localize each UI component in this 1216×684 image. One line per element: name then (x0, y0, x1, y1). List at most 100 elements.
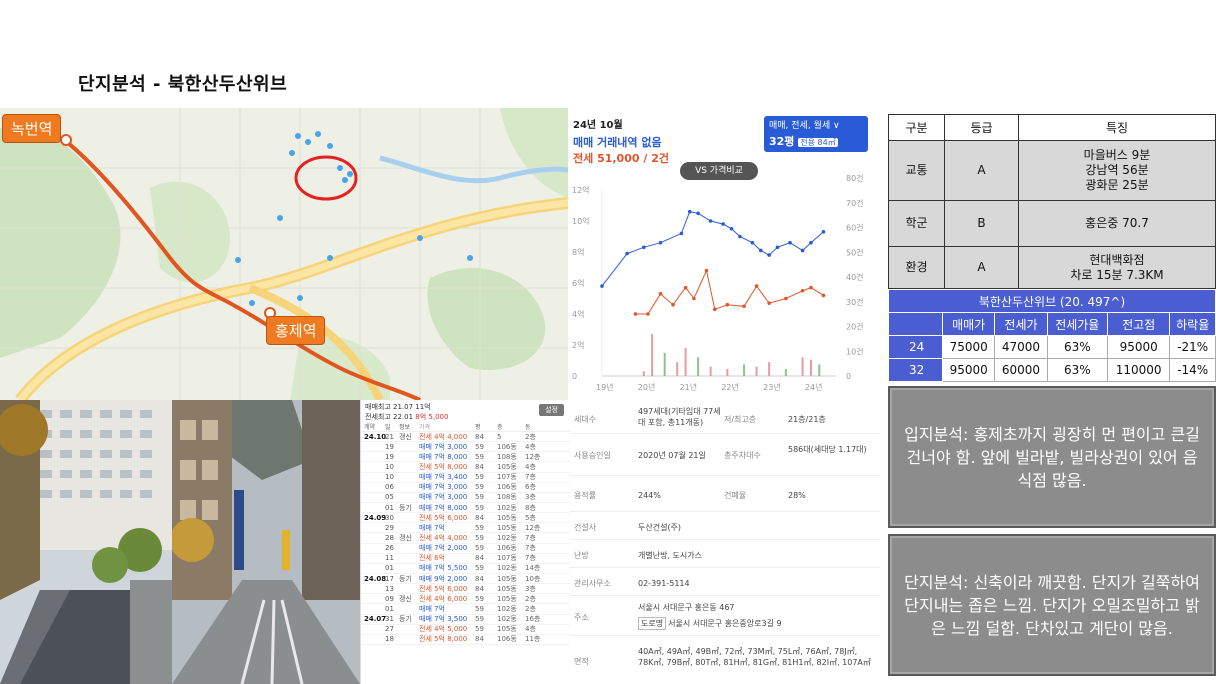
volume-bar (697, 357, 700, 376)
address-value: 서울시 서대문구 홍은동 467 (638, 603, 735, 612)
tx-row[interactable]: 29 매매 7억 59 105동 12층 (361, 523, 570, 534)
tx-cell: 01 (385, 564, 394, 573)
rating-category: 교통 (888, 140, 945, 201)
tx-cell: 102동 (497, 533, 517, 542)
x-tick-label: 24년 (805, 382, 823, 392)
tx-cell: 28 (385, 533, 394, 542)
slide: 단지분석 - 북한산두산위브 녹번역 홍제역 24년 10월 매매 거래내역 없… (0, 0, 1216, 684)
address-label: 주소 (574, 613, 589, 622)
price-cell: 63% (1046, 335, 1108, 359)
tx-row[interactable]: 01 등기 매매 7억 8,000 59 102동 8층 (361, 503, 570, 514)
rating-category: 환경 (888, 246, 945, 289)
tx-row[interactable]: 18 전세 5억 8,000 84 106동 11층 (361, 635, 570, 645)
tx-cell: 전세 5억 8,000 (419, 635, 468, 644)
info-row: 건설사 두산건설(주) (570, 512, 880, 540)
series-point (758, 248, 763, 253)
tx-settings-button[interactable]: 설정 (539, 404, 564, 416)
tx-row[interactable]: 01 매매 7억 5,500 59 102동 14층 (361, 564, 570, 574)
tx-cell: 7층 (525, 533, 536, 542)
tx-cell: 106동 (497, 483, 517, 492)
tx-cell: 24.08 (364, 574, 387, 583)
series-point (800, 248, 805, 253)
tx-row[interactable]: 19 매매 7억 8,000 59 108동 12층 (361, 452, 570, 463)
tx-row[interactable]: 24.08 17 등기 매매 9억 2,000 84 105동 10층 (361, 574, 570, 585)
tx-cell: 24.10 (364, 432, 387, 441)
volume-bar (809, 359, 812, 376)
tx-cell: 매매 7억 3,000 (419, 493, 468, 502)
tx-row[interactable]: 28 갱신 전세 4억 4,000 59 102동 7층 (361, 533, 570, 544)
tx-row[interactable]: 24.10 21 갱신 전세 4억 4,000 84 5 2층 (361, 432, 570, 443)
series-line (601, 211, 824, 287)
station-label-hongje[interactable]: 홍제역 (266, 316, 326, 345)
tx-cell: 59 (475, 625, 484, 634)
tx-row[interactable]: 11 전세 6억 84 107동 7층 (361, 554, 570, 564)
series-point (809, 240, 813, 245)
tx-row[interactable]: 13 전세 5억 6,000 84 105동 3층 (361, 584, 570, 595)
series-point (633, 312, 638, 316)
tx-cell: 108동 (497, 452, 517, 461)
volume-bar (709, 366, 712, 376)
y-right-tick-label: 80건 (846, 173, 864, 183)
parking-value: 586대(세대당 1.17대) (788, 445, 867, 454)
feature-line: 광화문 25분 (1085, 178, 1149, 192)
price-chart: 24년 10월 매매 거래내역 없음 전세 51,000 / 2건 매매, 전세… (568, 108, 880, 400)
tx-cell: 갱신 (399, 432, 412, 441)
tx-row[interactable]: 26 매매 7억 2,000 59 106동 7층 (361, 544, 570, 554)
price-header-row: 매매가 전세가 전세가율 전고점 하락율 (888, 312, 1216, 336)
series-point (754, 284, 759, 288)
transaction-list: 매매최고 21.07 11억 전세최고 22.01 8억 5,000 설정 계약… (360, 400, 570, 684)
y-right-tick-label: 60건 (846, 223, 864, 233)
tx-row[interactable]: 24.09 30 전세 5억 6,000 84 105동 5층 (361, 513, 570, 524)
feature-line: 마을버스 9분 (1083, 148, 1151, 162)
series-point (800, 288, 805, 293)
location-map[interactable]: 녹번역 홍제역 (0, 108, 568, 400)
tx-cell: 3층 (525, 584, 536, 593)
tx-rows: 24.10 21 갱신 전세 4억 4,000 84 5 2층 19 매매 7억 3,000 59… (361, 432, 570, 645)
location-analysis-note: 입지분석: 홍제초까지 굉장히 먼 편이고 큰길건너야 함. 앞에 빌라밭, 빌… (888, 386, 1216, 528)
price-cell: -21% (1169, 335, 1216, 359)
tx-row[interactable]: 10 매매 7억 3,400 59 107동 7층 (361, 473, 570, 483)
tx-row[interactable]: 27 전세 4억 5,000 59 105동 4층 (361, 625, 570, 635)
y-right-tick-label: 10건 (846, 346, 864, 356)
series-point (725, 302, 730, 307)
rating-grade: A (944, 140, 1019, 201)
y-left-tick-label: 6억 (572, 278, 584, 288)
series-point (658, 292, 663, 296)
tx-row[interactable]: 05 매매 7억 3,000 59 108동 3층 (361, 493, 570, 503)
price-cell: 63% (1046, 358, 1108, 382)
households-value: 497세대(기타임대 77세대 포함, 총11개동) (638, 407, 721, 427)
y-right-tick-label: 30건 (846, 297, 864, 307)
tx-cell: 전세 6억 (419, 554, 445, 563)
tx-cell: 84 (475, 574, 484, 583)
tx-cell: 29 (385, 523, 394, 532)
heating-value: 개별난방, 도시가스 (638, 551, 702, 560)
tx-jeonse-max: 전세최고 22.01 8억 5,000 (365, 412, 566, 422)
tx-cell: 105동 (497, 625, 517, 634)
tx-cell: 105동 (497, 584, 517, 593)
x-tick-label: 20년 (638, 382, 656, 392)
tx-row[interactable]: 01 매매 7억 59 102동 2층 (361, 604, 570, 615)
tx-row[interactable]: 09 갱신 전세 4억 6,000 59 105동 2층 (361, 594, 570, 605)
tx-row[interactable]: 24.07 31 등기 매매 7억 3,500 59 102동 16층 (361, 615, 570, 625)
tx-cell: 105동 (497, 574, 517, 583)
series-point (704, 268, 709, 273)
station-label-nokbeon[interactable]: 녹번역 (2, 114, 62, 143)
y-right-tick-label: 50건 (846, 247, 864, 257)
tx-cell: 3층 (525, 493, 536, 502)
tx-cell: 전세 4억 4,000 (419, 432, 468, 441)
tx-row[interactable]: 10 전세 5억 8,000 84 105동 4층 (361, 462, 570, 473)
series-point (750, 240, 755, 245)
y-left-tick-label: 4억 (572, 309, 584, 319)
volume-bar (755, 366, 758, 376)
office-phone[interactable]: 02-391-5114 (638, 578, 838, 589)
rating-header-category: 구분 (888, 114, 945, 141)
tx-cell: 12층 (525, 523, 541, 532)
office-label: 관리사무소 (574, 579, 611, 588)
tx-row[interactable]: 19 매매 7억 3,000 59 106동 4층 (361, 442, 570, 453)
volume-bar (642, 371, 645, 376)
chart-plot: 12억 10억 8억 6억 4억 2억 0 80건 70건 60건 50건 40건 30건 20건 10건 0… (572, 173, 864, 392)
y-left-tick-label: 8억 (572, 247, 584, 257)
tx-row[interactable]: 06 매매 7억 3,000 59 106동 6층 (361, 483, 570, 493)
series-point (641, 245, 646, 250)
rating-row-school: 학군 B 홍은중 70.7 (888, 200, 1216, 247)
